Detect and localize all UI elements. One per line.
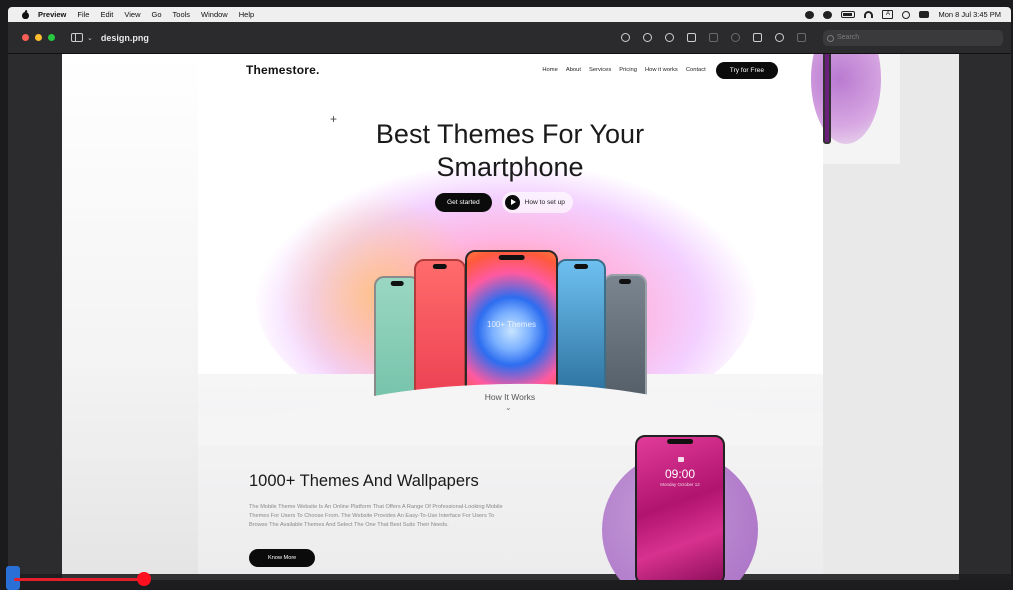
play-icon [504, 195, 520, 210]
document-viewport: Themestore. Home About Services Pricing … [8, 54, 1011, 580]
phone-notch [667, 439, 693, 444]
lock-time: 09:00 [664, 467, 696, 481]
input-source-icon[interactable]: A [882, 10, 894, 19]
phone-notch [390, 281, 404, 286]
menu-bar: Preview File Edit View Go Tools Window H… [8, 7, 1011, 22]
video-progress-knob[interactable] [137, 572, 151, 586]
right-gutter [959, 54, 1011, 580]
window-title: design.png [100, 32, 149, 43]
menu-view[interactable]: View [124, 10, 140, 19]
info-icon[interactable] [621, 33, 630, 42]
close-window-button[interactable] [22, 34, 29, 41]
phone-notch [574, 264, 588, 269]
phone-notch [619, 279, 631, 284]
design-how-it-works-label: How It Works [484, 392, 536, 402]
markup-pen-icon[interactable] [709, 33, 718, 42]
menu-help[interactable]: Help [239, 10, 254, 19]
design-nav-links: Home About Services Pricing How it works… [542, 67, 705, 73]
design-navbar: Themestore. Home About Services Pricing … [246, 60, 778, 80]
nav-link-about: About [565, 67, 581, 73]
nav-link-home: Home [542, 67, 558, 73]
search-input[interactable]: Search [823, 29, 1003, 46]
left-gutter [8, 54, 62, 580]
record-icon[interactable] [805, 10, 815, 19]
menu-edit[interactable]: Edit [100, 10, 113, 19]
menu-clock[interactable]: Mon 8 Jul 3:45 PM [938, 10, 1001, 19]
markup-chevron-icon[interactable] [731, 33, 740, 42]
design-hero-title: Best Themes For Your Smartphone [310, 118, 710, 184]
phone-notch [498, 255, 525, 260]
sync-icon[interactable] [823, 10, 833, 19]
battery-icon[interactable] [841, 11, 856, 18]
lock-date: Monday October 12 [660, 482, 700, 487]
phone-notch [432, 264, 448, 269]
double-chevron-down-icon: ⌄ [505, 403, 512, 412]
how-to-label: How to set up [524, 199, 565, 206]
design-how-to-button: How to set up [501, 192, 573, 213]
minimize-window-button[interactable] [35, 34, 42, 41]
spotlight-icon[interactable] [902, 10, 911, 19]
video-controls-bar [8, 574, 1011, 590]
lock-icon [678, 457, 684, 462]
offcanvas-phone [823, 54, 831, 144]
nav-link-how-it-works: How it works [644, 67, 678, 73]
apple-icon[interactable] [21, 10, 30, 19]
design-get-started-button: Get started [435, 193, 492, 212]
design-try-free-button: Try for Free [715, 61, 778, 79]
toolbar: Search [621, 29, 1003, 46]
menu-window[interactable]: Window [201, 10, 228, 19]
design-section-body: The Mobile Theme Website Is An Online Pl… [249, 504, 503, 528]
design-know-more-button: Know More [249, 549, 316, 567]
chevron-down-icon[interactable]: ⌄ [87, 34, 93, 42]
screen: Preview File Edit View Go Tools Window H… [0, 0, 1013, 590]
wifi-icon[interactable] [864, 11, 874, 18]
zoom-in-icon[interactable] [665, 33, 674, 42]
canvas-margin-left [62, 54, 198, 580]
nav-link-contact: Contact [685, 67, 706, 73]
lockscreen-phone: 09:00 Monday October 12 [635, 435, 725, 580]
menu-app-name[interactable]: Preview [38, 10, 66, 19]
hero-line-2: Smartphone [436, 152, 584, 182]
design-page: Themestore. Home About Services Pricing … [198, 54, 823, 580]
form-fill-icon[interactable] [797, 33, 806, 42]
control-center-icon[interactable] [919, 11, 930, 18]
menu-go[interactable]: Go [152, 10, 162, 19]
window-titlebar: ⌄ design.png Search [8, 22, 1011, 54]
markup-icon[interactable] [775, 33, 784, 42]
design-section-title: 1000+ Themes And Wallpapers [249, 472, 479, 490]
menu-tools[interactable]: Tools [173, 10, 191, 19]
phone-themes-label: 100+ Themes [487, 320, 536, 329]
zoom-window-button[interactable] [48, 34, 55, 41]
nav-link-pricing: Pricing [619, 67, 637, 73]
hero-line-1: Best Themes For Your [375, 119, 645, 149]
hero-buttons: Get started How to set up [435, 192, 573, 213]
menu-file[interactable]: File [77, 10, 89, 19]
share-icon[interactable] [687, 33, 696, 42]
rotate-icon[interactable] [753, 33, 762, 42]
design-logo: Themestore. [246, 63, 320, 77]
status-area: A Mon 8 Jul 3:45 PM [805, 10, 1011, 19]
nav-link-services: Services [588, 67, 612, 73]
zoom-out-icon[interactable] [643, 33, 652, 42]
canvas-margin-right [811, 54, 959, 580]
video-progress-bar[interactable] [14, 578, 144, 581]
sidebar-toggle-icon[interactable] [71, 33, 83, 42]
